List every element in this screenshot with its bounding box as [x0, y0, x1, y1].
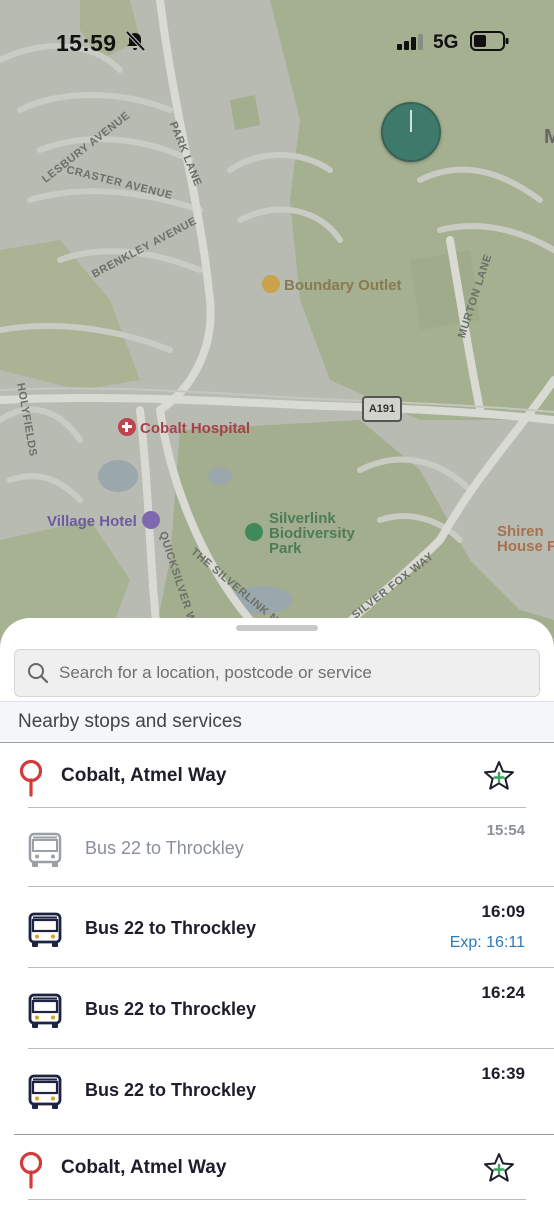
service-time: 15:54: [486, 822, 525, 839]
map-edge-label: M: [544, 126, 554, 148]
battery-icon: [470, 31, 509, 51]
service-row[interactable]: Bus 22 to Throckley 16:09 Exp: 16:11: [0, 888, 554, 968]
search-input[interactable]: [59, 650, 519, 696]
map-view[interactable]: LESBURY AVENUE CRASTER AVENUE PARK LANE …: [0, 0, 554, 660]
poi-hospital[interactable]: Cobalt Hospital: [118, 418, 250, 437]
user-location-icon[interactable]: [381, 102, 441, 162]
section-header: Nearby stops and services: [0, 701, 554, 743]
stop-name: Cobalt, Atmel Way: [61, 1157, 227, 1178]
bus-icon: [28, 832, 62, 867]
service-row[interactable]: Bus 22 to Throckley 16:39: [0, 1050, 554, 1130]
stop-row[interactable]: Cobalt, Atmel Way: [0, 745, 554, 807]
divider: [28, 967, 554, 968]
stop-pin-icon: [19, 1151, 43, 1189]
stop-name: Cobalt, Atmel Way: [61, 765, 227, 786]
bus-icon: [28, 912, 62, 947]
search-bar[interactable]: [14, 649, 540, 697]
divider: [28, 886, 554, 887]
favourite-add-icon[interactable]: [482, 1151, 516, 1185]
signal-icon: [397, 34, 423, 50]
divider: [28, 1048, 554, 1049]
road-shield: A191: [362, 396, 402, 422]
service-destination: Bus 22 to Throckley: [85, 918, 257, 938]
service-row[interactable]: Bus 22 to Throckley 15:54: [0, 808, 554, 888]
service-time: 16:09: [481, 902, 525, 921]
service-row[interactable]: Bus 22 to Throckley 16:24: [0, 969, 554, 1049]
bell-slash-icon: [125, 30, 146, 52]
hospital-icon: [118, 418, 136, 436]
section-title: Nearby stops and services: [18, 711, 242, 732]
sheet-grabber[interactable]: [236, 625, 318, 631]
service-destination: Bus 22 to Throckley: [85, 1080, 257, 1100]
poi-shire-house[interactable]: Shiren House F: [497, 524, 554, 554]
bed-icon: [141, 511, 160, 529]
stop-pin-icon: [19, 759, 43, 797]
bus-icon: [28, 993, 62, 1028]
service-destination: Bus 22 to Throckley: [85, 999, 257, 1019]
poi-hotel[interactable]: Village Hotel: [47, 511, 164, 530]
shopping-icon: [262, 275, 280, 293]
status-bar: 15:59 5G: [0, 0, 554, 80]
tree-icon: [245, 523, 263, 541]
divider: [14, 1134, 554, 1135]
network-type: 5G: [433, 32, 459, 53]
status-time: 15:59: [56, 30, 117, 56]
service-destination: Bus 22 to Throckley: [85, 838, 244, 858]
service-expected-time: Exp: 16:11: [449, 934, 525, 951]
poi-park[interactable]: Silverlink Biodiversity Park: [245, 511, 355, 556]
map-background: [0, 0, 554, 660]
poi-boundary-outlet[interactable]: Boundary Outlet: [262, 275, 402, 294]
bus-icon: [28, 1074, 62, 1109]
service-time: 16:24: [481, 983, 525, 1002]
service-time: 16:39: [481, 1064, 525, 1083]
stop-row[interactable]: Cobalt, Atmel Way: [0, 1137, 554, 1199]
bottom-sheet[interactable]: Nearby stops and services Cobalt, Atmel …: [0, 618, 554, 1218]
favourite-add-icon[interactable]: [482, 759, 516, 793]
search-icon: [28, 663, 49, 684]
